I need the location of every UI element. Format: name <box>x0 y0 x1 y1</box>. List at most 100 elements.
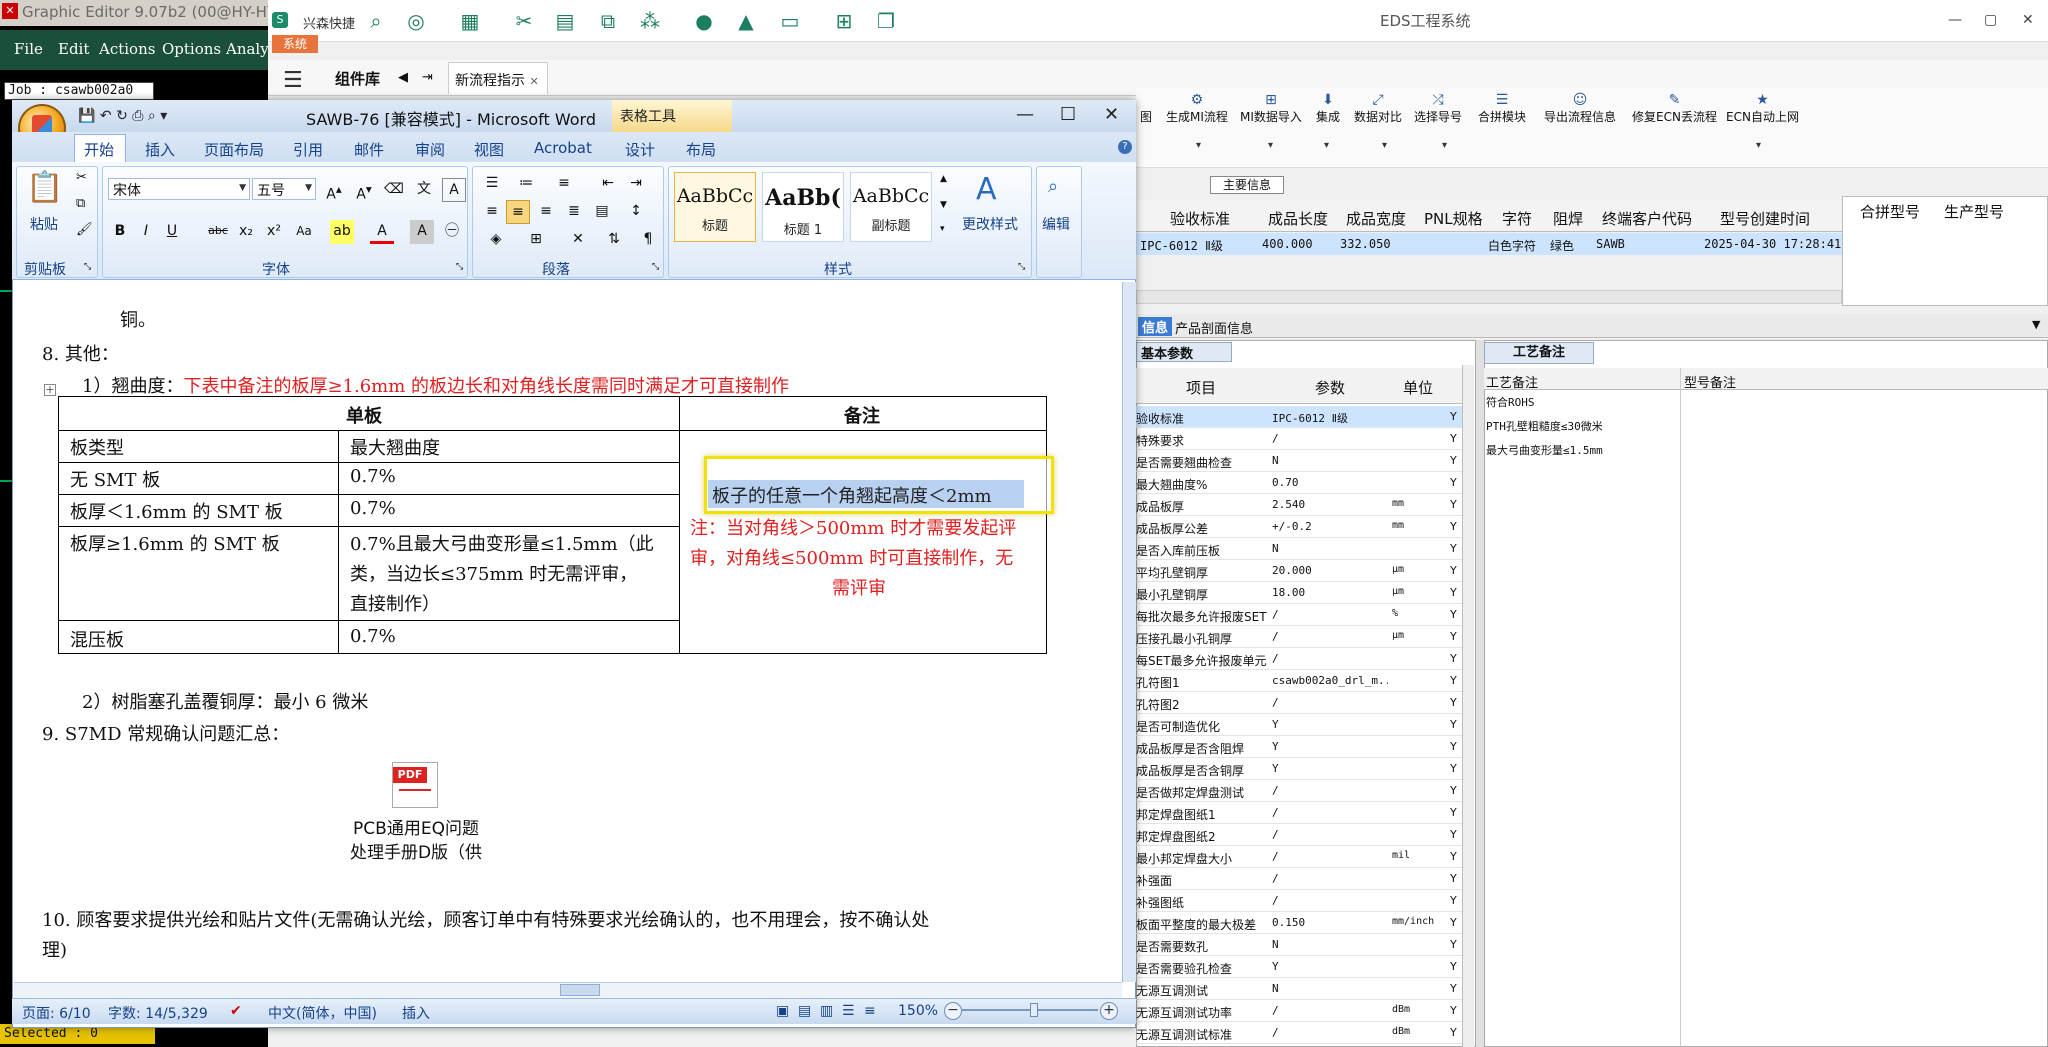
toolbar-fix-ecn[interactable]: ✎ 修复ECN丢流程 <box>1632 92 1717 125</box>
tab-component-library[interactable]: 组件库 <box>335 68 380 89</box>
cut-icon[interactable]: ✂ <box>76 170 87 185</box>
styles-scroll-up-icon[interactable]: ▲ <box>940 174 947 184</box>
styles-more-icon[interactable]: ▾ <box>940 224 945 234</box>
table-row[interactable]: 是否需要翘曲检查 N Y <box>1136 450 1466 472</box>
vertical-scrollbar[interactable] <box>1462 365 1474 1047</box>
copy-icon[interactable]: ⧉ <box>596 10 620 32</box>
tab-close-icon[interactable]: ✕ <box>529 75 538 88</box>
table-row[interactable]: 成品板厚公差 +/-0.2 mm Y <box>1136 516 1466 538</box>
styles-scroll-down-icon[interactable]: ▼ <box>940 200 947 210</box>
col-header[interactable]: 阻焊 <box>1553 208 1583 229</box>
minimize-icon[interactable]: — <box>1948 12 1962 28</box>
insert-mode[interactable]: 插入 <box>402 1003 430 1023</box>
align-left-icon[interactable]: ≡ <box>480 200 504 224</box>
line-spacing-icon[interactable]: ↕ <box>624 200 648 224</box>
table-row[interactable]: 补强图纸 / Y <box>1136 890 1466 912</box>
tab-acrobat[interactable]: Acrobat <box>534 139 592 157</box>
toolbar-generate-mi[interactable]: ⚙ 生成MI流程 <box>1166 92 1228 125</box>
justify-icon[interactable]: ≣ <box>562 200 586 224</box>
user-icon[interactable]: ● <box>692 10 716 32</box>
table-row[interactable]: 邦定焊盘图纸2/Y <box>1136 824 1466 846</box>
table-row[interactable]: 无源互调测试功率 / dBm Y <box>1136 1000 1466 1022</box>
table-row[interactable]: 成品板厚是否含铜厚 Y Y <box>1136 758 1466 780</box>
close-icon[interactable]: ✕ <box>1104 104 1119 125</box>
toolbar-integrate[interactable]: ⬇ 集成 <box>1316 92 1340 125</box>
highlight-icon[interactable]: ab <box>330 220 354 244</box>
tab-table-layout[interactable]: 布局 <box>686 139 716 160</box>
maximize-icon[interactable]: ☐ <box>1060 104 1076 125</box>
horizontal-scrollbar[interactable] <box>1136 290 1842 304</box>
pdf-icon[interactable]: PDF <box>392 762 438 808</box>
windows-copy-icon[interactable]: ❐ <box>874 10 898 32</box>
clear-format-icon[interactable]: ⌫ <box>382 178 406 202</box>
process-notes-title[interactable]: 工艺备注 <box>1484 342 1594 364</box>
tab-design[interactable]: 设计 <box>625 139 655 160</box>
shrink-font-icon[interactable]: A▾ <box>352 178 376 203</box>
dropdown-icon[interactable]: ▾ <box>1756 140 1761 151</box>
windows-icon[interactable]: ⊞ <box>832 10 856 32</box>
subscript-icon[interactable]: x₂ <box>234 220 258 244</box>
superscript-icon[interactable]: x² <box>262 220 286 244</box>
menu-options[interactable]: Options <box>162 40 221 58</box>
table-row[interactable]: 每批次最多允许报废SET /% Y <box>1136 604 1466 626</box>
tab-insert[interactable]: 插入 <box>145 139 175 160</box>
table-row[interactable]: 特殊要求 / Y <box>1136 428 1466 450</box>
dropdown-icon[interactable]: ▾ <box>1382 140 1387 151</box>
table-row[interactable]: 是否需要数孔 N Y <box>1136 934 1466 956</box>
grid-icon[interactable]: ⁂ <box>638 10 662 32</box>
shading-icon[interactable]: ◈ <box>484 228 508 252</box>
save-icon[interactable]: 💾 <box>78 108 95 124</box>
col-header[interactable]: 单位 <box>1403 377 1433 398</box>
align-right-icon[interactable]: ≡ <box>534 200 558 224</box>
italic-icon[interactable]: I <box>134 220 158 244</box>
table-row[interactable]: 每SET最多允许报废单元 / Y <box>1136 648 1466 670</box>
table-row[interactable]: 补强面 / Y <box>1136 868 1466 890</box>
table-row[interactable]: 孔符图1 csawb002a0_drl_m... Y <box>1136 670 1466 692</box>
menu-edit[interactable]: Edit <box>58 40 89 58</box>
font-color-icon[interactable]: A <box>370 220 394 244</box>
tab-layout[interactable]: 页面布局 <box>204 139 264 160</box>
col-header[interactable]: 验收标准 <box>1170 208 1230 229</box>
redo-icon[interactable]: ↻ <box>116 108 128 124</box>
table-move-handle-icon[interactable]: + <box>44 384 56 396</box>
menu-actions[interactable]: Actions <box>99 40 155 58</box>
monitor-icon[interactable]: ▭ <box>778 10 802 32</box>
table-row[interactable]: 无源互调测试 N Y <box>1136 978 1466 1000</box>
table-row[interactable]: 验收标准 IPC-6012 Ⅱ级 Y <box>1136 406 1466 428</box>
table-row[interactable]: 是否可制造优化 Y Y <box>1136 714 1466 736</box>
language[interactable]: 中文(简体，中国) <box>268 1003 377 1023</box>
table-row[interactable]: 无源互调测试标准 / dBm Y <box>1136 1022 1466 1044</box>
splitter[interactable] <box>1476 340 1484 1047</box>
table-row[interactable]: 最小孔壁铜厚 18.00 μm Y <box>1136 582 1466 604</box>
outline-icon[interactable]: ☰ <box>842 1003 855 1019</box>
show-marks-icon[interactable]: ¶ <box>636 228 660 252</box>
page-indicator[interactable]: 页面: 6/10 <box>22 1003 91 1023</box>
grow-font-icon[interactable]: A▴ <box>322 178 346 203</box>
dialog-launcher-icon[interactable]: ⤡ <box>652 262 659 272</box>
word-count[interactable]: 字数: 14/5,329 <box>108 1003 208 1023</box>
attachment-label[interactable]: PCB通用EQ问题 <box>330 814 502 839</box>
print-layout-icon[interactable]: ▣ <box>776 1003 789 1019</box>
scissors-icon[interactable]: ✂ <box>512 10 536 32</box>
format-painter-icon[interactable]: 🖌 <box>76 222 93 237</box>
chart-icon[interactable]: ▲ <box>734 10 758 32</box>
dropdown-icon[interactable]: ▾ <box>1196 140 1201 151</box>
table-icon[interactable]: ▦ <box>458 10 482 32</box>
col-header[interactable]: 字符 <box>1502 208 1532 229</box>
col-header[interactable]: 项目 <box>1186 377 1216 398</box>
table-row[interactable]: 是否需要验孔检查 Y Y <box>1136 956 1466 978</box>
toolbar-ecn-online[interactable]: ★ ECN自动上网 <box>1726 92 1799 125</box>
system-tag[interactable]: 系统 <box>272 35 318 53</box>
col-header[interactable]: 成品长度 <box>1268 208 1328 229</box>
edit-button[interactable]: 编辑 <box>1042 214 1070 234</box>
tab-new-process[interactable]: 新流程指示 ✕ <box>448 62 548 94</box>
minimize-icon[interactable]: — <box>1016 104 1034 125</box>
bullets-icon[interactable]: ☰ <box>480 172 504 196</box>
char-shading-icon[interactable]: A <box>410 220 434 244</box>
dialog-launcher-icon[interactable]: ⤡ <box>84 262 91 272</box>
tab-prev-icon[interactable]: ◀ <box>398 70 408 85</box>
toolbar-merge-module[interactable]: ☰ 合拼模块 <box>1478 92 1526 125</box>
lifebuoy-icon[interactable]: ◎ <box>404 10 428 32</box>
col-header[interactable]: 生产型号 <box>1944 201 2004 222</box>
char-border-icon[interactable]: A <box>442 178 466 202</box>
